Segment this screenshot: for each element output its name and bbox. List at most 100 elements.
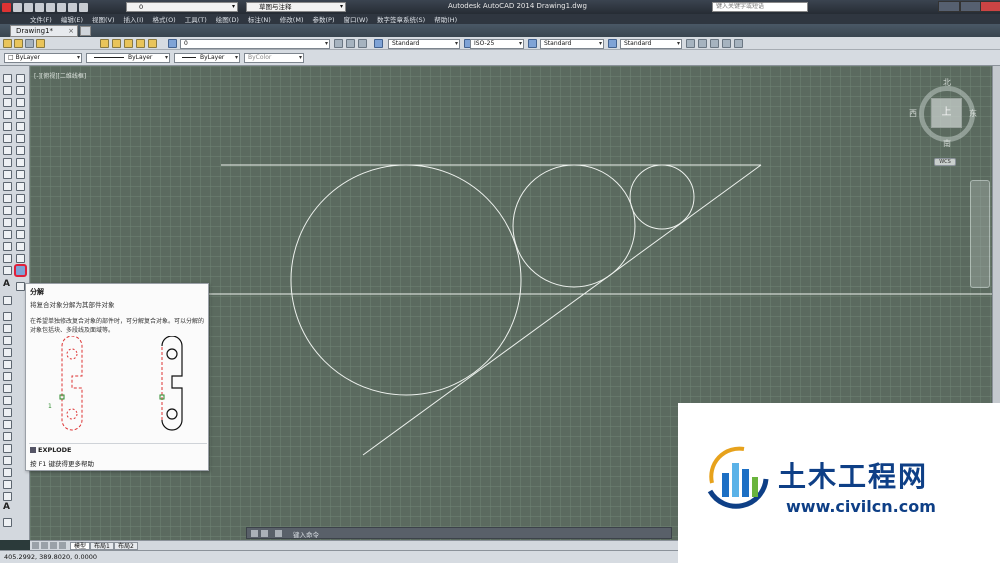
menu-window[interactable]: 窗口(W) [343,14,368,24]
save-icon[interactable] [35,2,44,12]
prev-layout-icon[interactable] [41,542,48,549]
tab-layout2[interactable]: 布局2 [114,542,138,550]
close-tab-icon[interactable]: × [68,26,74,36]
dim-radius-icon[interactable] [3,348,12,357]
dim-angular-icon[interactable] [3,384,12,393]
tab-layout1[interactable]: 布局1 [90,542,114,550]
rectangle-tool-icon[interactable] [3,122,12,131]
extend-tool-icon[interactable] [16,194,25,203]
match-layer-icon[interactable] [358,39,367,48]
mleader-style-icon[interactable] [608,39,617,48]
minimize-button[interactable] [938,1,960,12]
close-button[interactable] [980,1,1000,12]
menu-edit[interactable]: 编辑(E) [61,14,83,24]
menu-modify[interactable]: 修改(M) [280,14,304,24]
align-leader-icon[interactable] [722,39,731,48]
menu-digital-signature[interactable]: 数字签章系统(S) [377,14,425,24]
undo-icon[interactable] [68,2,77,12]
close-command-icon[interactable] [251,530,258,537]
layer-state-icon[interactable] [100,39,109,48]
search-input[interactable]: 键入关键字或短语 [712,2,808,12]
explode-tool-icon[interactable] [14,264,27,277]
dim-baseline-icon[interactable] [3,408,12,417]
menu-dimension[interactable]: 标注(N) [248,14,271,24]
center-mark-icon[interactable] [3,468,12,477]
customize-command-icon[interactable] [261,530,268,537]
tab-drawing1[interactable]: Drawing1* × [10,25,78,37]
viewcube-south[interactable]: 南 [943,138,951,149]
layer-combo[interactable]: 0 [180,39,330,49]
layer-previous-icon[interactable] [346,39,355,48]
add-leader-icon[interactable] [698,39,707,48]
menu-draw[interactable]: 绘图(D) [216,14,239,24]
command-input[interactable]: 键入命令 [293,529,319,539]
menu-file[interactable]: 文件(F) [30,14,52,24]
gradient-tool-icon[interactable] [3,254,12,263]
layer-freeze-icon[interactable] [112,39,121,48]
menu-parametric[interactable]: 参数(P) [312,14,334,24]
array-tool-icon[interactable] [16,122,25,131]
redo-icon[interactable] [79,2,88,12]
dim-jogged-icon[interactable] [3,360,12,369]
dim-linear-icon[interactable] [16,282,25,291]
fillet-tool-icon[interactable] [16,254,25,263]
break-tool-icon[interactable] [16,218,25,227]
command-line[interactable]: 键入命令 [246,527,672,539]
plotstyle-combo[interactable]: ByColor [244,53,304,63]
chamfer-tool-icon[interactable] [16,242,25,251]
move-tool-icon[interactable] [16,134,25,143]
viewcube-north[interactable]: 北 [943,77,951,88]
trim-tool-icon[interactable] [16,182,25,191]
line-tool-icon[interactable] [3,74,12,83]
mtext-tool-icon[interactable]: A [3,279,10,289]
workspace-select[interactable]: 草图与注释 [246,2,346,12]
menu-insert[interactable]: 插入(I) [124,14,144,24]
viewcube-east[interactable]: 东 [969,108,977,119]
layer-quick-combo[interactable]: 0 [126,2,238,12]
next-layout-icon[interactable] [50,542,57,549]
rotate-tool-icon[interactable] [16,146,25,155]
new-tab-button[interactable] [80,26,91,36]
navigation-bar[interactable] [970,180,990,288]
remove-leader-icon[interactable] [710,39,719,48]
copy-tool-icon[interactable] [16,86,25,95]
table-tool-icon[interactable] [3,266,12,275]
dim-aligned-icon[interactable] [3,312,12,321]
polygon-tool-icon[interactable] [3,110,12,119]
quick-dim-icon[interactable] [3,396,12,405]
make-current-icon[interactable] [334,39,343,48]
ellipse-arc-tool-icon[interactable] [3,194,12,203]
layer-iso-icon[interactable] [136,39,145,48]
viewcube-west[interactable]: 西 [909,108,917,119]
save-toolbar-icon[interactable] [25,39,34,48]
offset-tool-icon[interactable] [16,110,25,119]
dim-edit-icon[interactable]: A [3,502,10,512]
spline-tool-icon[interactable] [3,170,12,179]
wcs-menu[interactable]: WCS [934,158,956,166]
text-style-icon[interactable] [374,39,383,48]
menu-tools[interactable]: 工具(T) [185,14,207,24]
tolerance-icon[interactable] [3,456,12,465]
ellipse-tool-icon[interactable] [3,182,12,191]
layer-icon[interactable] [36,39,45,48]
stretch-tool-icon[interactable] [16,170,25,179]
inspection-icon[interactable] [3,480,12,489]
recent-commands-icon[interactable] [275,530,282,537]
make-block-icon[interactable] [3,218,12,227]
point-tool-icon[interactable] [3,230,12,239]
revcloud-tool-icon[interactable] [3,158,12,167]
dim-update-icon[interactable] [3,518,12,527]
mirror-tool-icon[interactable] [16,98,25,107]
menu-view[interactable]: 视图(V) [92,14,115,24]
layer-walk-icon[interactable] [148,39,157,48]
circle-tool-icon[interactable] [3,146,12,155]
jogged-linear-icon[interactable] [3,492,12,501]
join-tool-icon[interactable] [16,230,25,239]
collect-leader-icon[interactable] [734,39,743,48]
viewport-controls-label[interactable]: [-][俯视][二维线框] [34,71,86,80]
scale-tool-icon[interactable] [16,158,25,167]
layer-lock-icon[interactable] [124,39,133,48]
viewcube-top-face[interactable]: 上 [931,98,962,128]
arc-tool-icon[interactable] [3,134,12,143]
save-as-icon[interactable] [46,2,55,12]
